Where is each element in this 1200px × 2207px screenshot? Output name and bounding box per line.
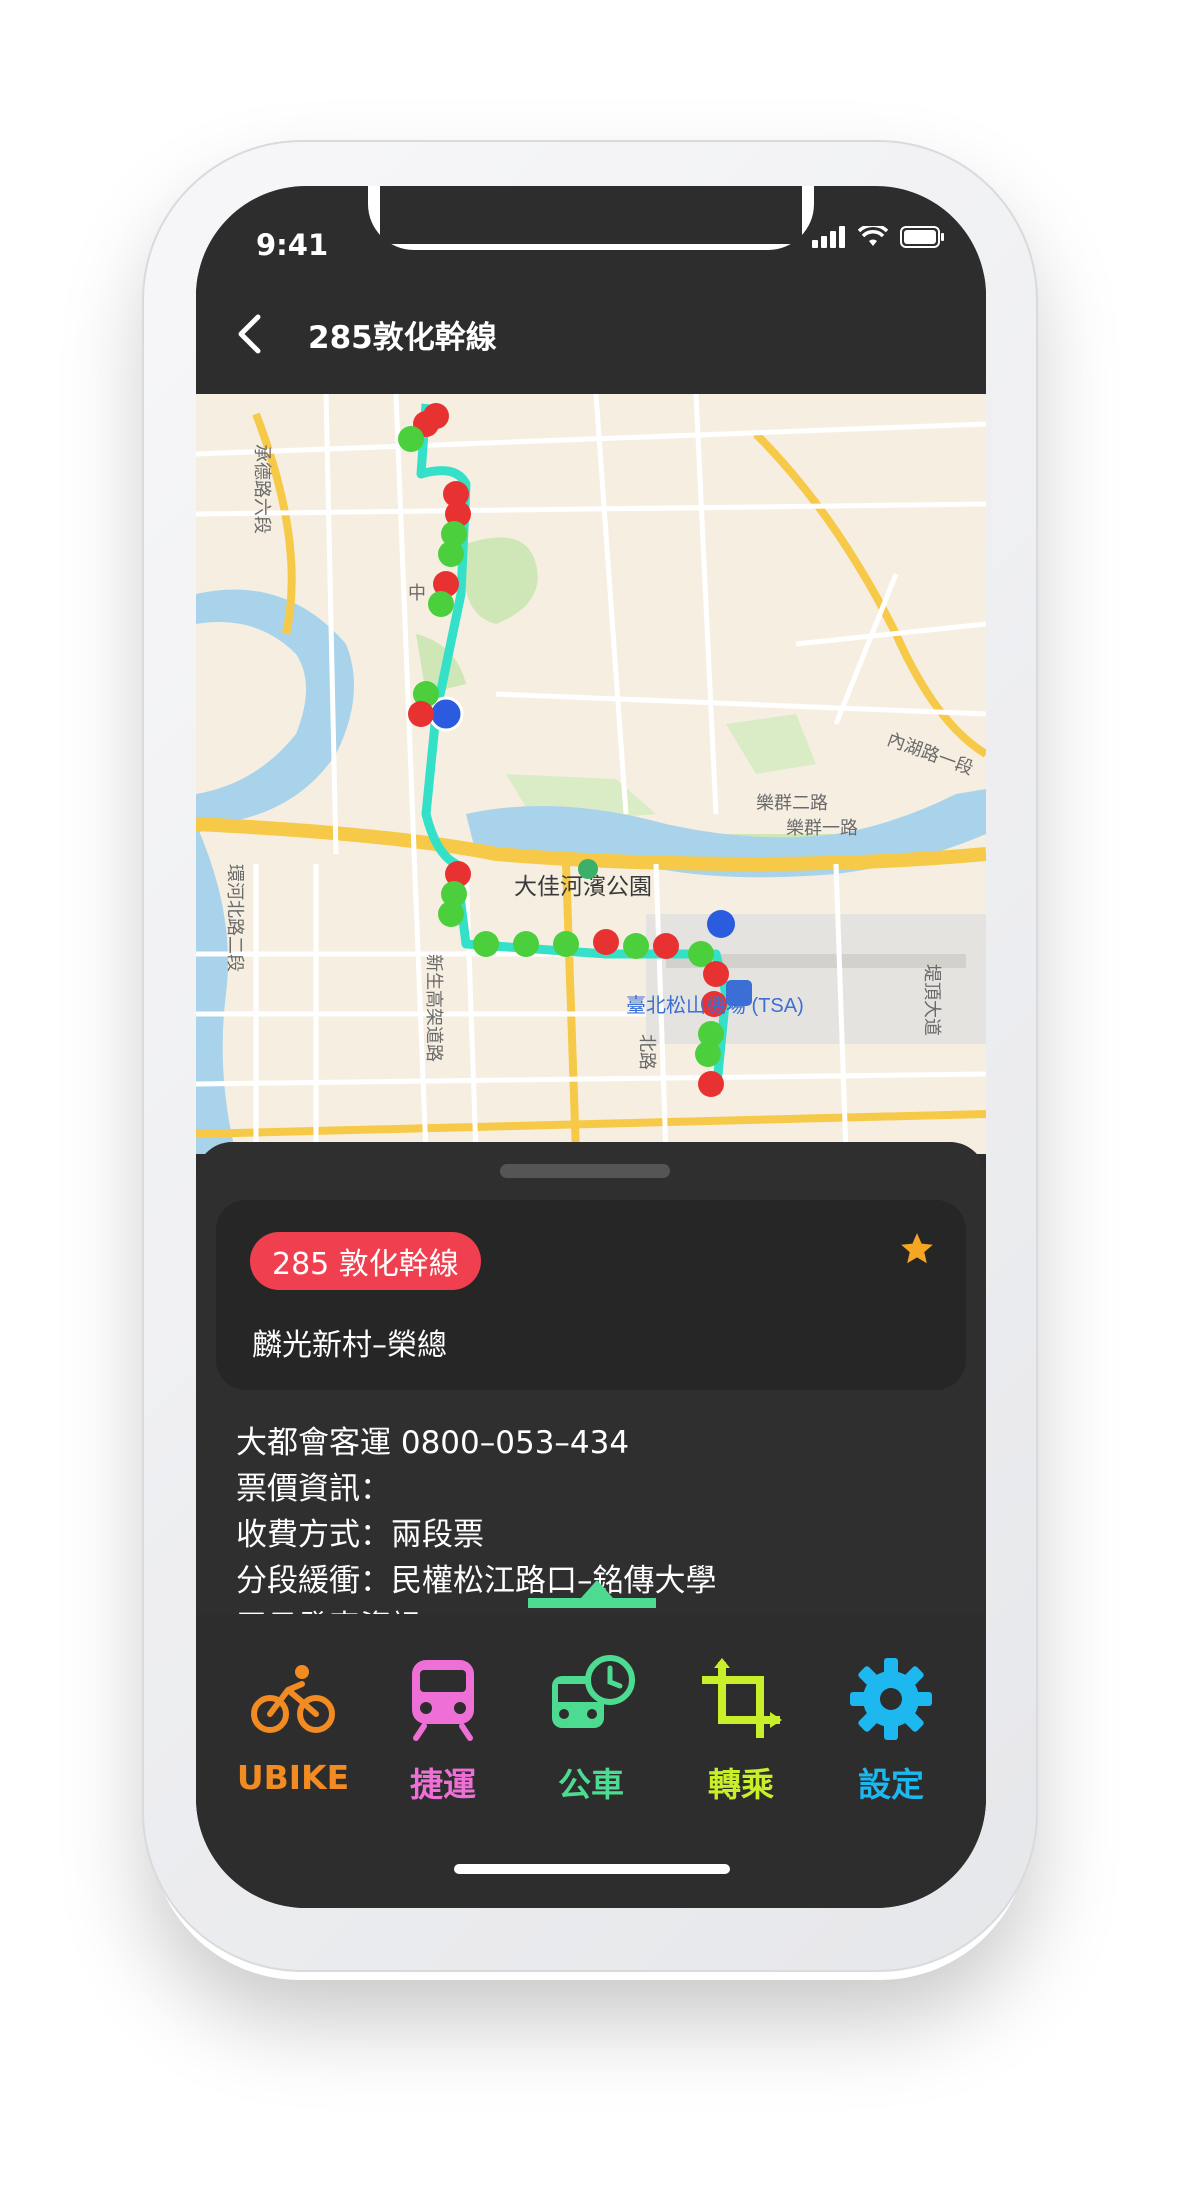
fare-info: 票價資訊： [236, 1471, 391, 1507]
transfer-crop-icon [702, 1658, 782, 1738]
map-label-xinsheng: 新生高架道路 [424, 954, 444, 1062]
map-label-tidi: 堤頂大道 [922, 964, 942, 1036]
airport-icon [726, 980, 752, 1006]
status-icons [812, 226, 946, 248]
favorite-button[interactable] [898, 1230, 936, 1272]
map-label-airport: 臺北松山機場 (TSA) [626, 994, 804, 1017]
status-time: 9:41 [256, 228, 329, 262]
tab-transfer-label: 轉乘 [708, 1765, 774, 1804]
route-card: 285 敦化幹線 麟光新村–榮總 [216, 1200, 966, 1390]
nav-bar: 285敦化幹線 [196, 276, 986, 394]
tab-bus[interactable]: 公車 [516, 1654, 666, 1834]
operator-info: 大都會客運 0800–053–434 [236, 1425, 630, 1461]
tab-metro-label: 捷運 [410, 1765, 476, 1804]
back-button[interactable] [224, 306, 274, 362]
tab-ubike-label: UBIKE [236, 1758, 350, 1797]
page-title: 285敦化幹線 [308, 320, 497, 356]
tab-metro[interactable]: 捷運 [368, 1654, 518, 1834]
route-map[interactable]: 承德路六段 中 內湖路一段 樂群二路 樂群一路 環河北路二段 新生高架道路 北路… [196, 394, 986, 1154]
signal-icon [812, 226, 845, 248]
sheet-grabber[interactable] [500, 1164, 670, 1178]
home-indicator[interactable] [454, 1864, 730, 1874]
map-label-bei: 北路 [637, 1034, 657, 1070]
tab-bus-label: 公車 [558, 1765, 624, 1804]
tab-settings-label: 設定 [858, 1765, 924, 1804]
map-label-lequn2: 樂群二路 [756, 793, 828, 813]
route-endpoints: 麟光新村–榮總 [252, 1328, 447, 1363]
bicycle-icon [251, 1665, 335, 1733]
star-icon [901, 1233, 933, 1264]
wifi-icon [858, 226, 888, 246]
route-badge: 285 敦化幹線 [250, 1232, 481, 1290]
metro-train-icon [412, 1660, 474, 1741]
notch-fill [380, 186, 802, 244]
map-canvas: 承德路六段 中 內湖路一段 樂群二路 樂群一路 環河北路二段 新生高架道路 北路… [196, 394, 986, 1154]
bus-clock-icon [552, 1655, 635, 1728]
gear-icon [850, 1658, 932, 1740]
payment-info: 收費方式：兩段票 [236, 1517, 484, 1553]
map-label-huanhe: 環河北路二段 [225, 864, 245, 972]
tab-ubike[interactable]: UBIKE [218, 1654, 368, 1834]
map-label-zhong: 中 [408, 583, 426, 603]
map-label-lequn1: 樂群一路 [786, 818, 858, 838]
tab-settings[interactable]: 設定 [816, 1654, 966, 1834]
map-label-chengde: 承德路六段 [252, 444, 272, 534]
phone-screen: 9:41 285敦化幹線 承德路六段 中 內湖路一段 樂群二路 樂群一路 環河北… [196, 186, 986, 1908]
battery-icon [900, 226, 944, 248]
chevron-left-icon [238, 314, 261, 354]
tab-transfer[interactable]: 轉乘 [666, 1654, 816, 1834]
park-icon [578, 859, 598, 879]
tab-indicator [528, 1598, 656, 1608]
tab-indicator-arrow [581, 1580, 613, 1598]
